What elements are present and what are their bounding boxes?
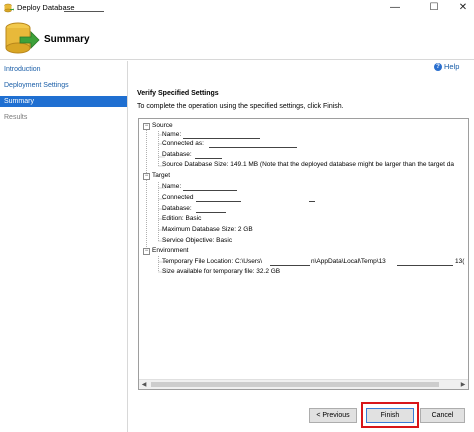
tree-node-source[interactable]: Source (152, 122, 173, 130)
target-connected: Connected (162, 194, 194, 201)
tree-node-target[interactable]: Target (152, 172, 170, 180)
source-connected-as: Connected as: (162, 140, 204, 147)
tree-node-environment[interactable]: Environment (152, 247, 189, 255)
target-max-size: Maximum Database Size: 2 GB (162, 226, 253, 233)
nav-item-introduction[interactable]: Introduction (0, 64, 127, 75)
cancel-button[interactable]: Cancel (420, 408, 465, 423)
maximize-button[interactable]: ☐ (423, 0, 445, 16)
temp-file-size: Size available for temporary file: 32.2 … (162, 268, 281, 275)
collapse-source-icon[interactable]: − (143, 123, 150, 130)
target-name: Name: (162, 183, 182, 190)
temp-file-location-label: Temporary File Location: C:\Users\ (162, 258, 263, 265)
database-app-icon (4, 3, 14, 13)
help-label: Help (444, 62, 460, 71)
temp-file-location-path: n\AppData\Local\Temp\13 (311, 258, 386, 265)
redacted-text (195, 158, 222, 159)
redacted-text (270, 265, 310, 266)
page-header: Summary (0, 16, 474, 60)
title-bar: Deploy Database — ☐ ✕ (0, 0, 474, 16)
wizard-nav: Introduction Deployment Settings Summary… (0, 61, 128, 432)
scrollbar-thumb[interactable] (151, 382, 439, 387)
redacted-text (397, 265, 453, 266)
nav-item-results: Results (4, 114, 28, 121)
redacted-text (196, 201, 241, 202)
redacted-text (183, 190, 237, 191)
temp-file-location-tail: 13( (455, 258, 465, 265)
horizontal-scrollbar[interactable]: ◀ ▶ (139, 379, 468, 389)
collapse-target-icon[interactable]: − (143, 173, 150, 180)
instruction-text: To complete the operation using the spec… (137, 103, 344, 110)
redacted-text (309, 201, 315, 202)
source-database: Database: (162, 151, 192, 158)
collapse-environment-icon[interactable]: − (143, 248, 150, 255)
redacted-text (64, 11, 104, 12)
close-button[interactable]: ✕ (452, 0, 474, 16)
target-service-objective: Service Objective: Basic (162, 237, 233, 244)
page-title: Summary (44, 34, 90, 45)
target-database: Database: (162, 205, 192, 212)
redacted-text (209, 147, 297, 148)
settings-tree[interactable]: − Source Name: Connected as: Database: S… (138, 118, 469, 390)
source-name: Name: (162, 131, 182, 138)
database-deploy-icon (5, 22, 40, 54)
nav-item-deployment-settings[interactable]: Deployment Settings (0, 80, 127, 91)
redacted-text (196, 212, 226, 213)
finish-button[interactable]: Finish (366, 408, 414, 423)
previous-button[interactable]: < Previous (309, 408, 357, 423)
nav-item-summary[interactable]: Summary (0, 96, 127, 107)
target-edition: Edition: Basic (162, 215, 202, 222)
scroll-left-icon[interactable]: ◀ (139, 380, 149, 389)
minimize-button[interactable]: — (384, 0, 406, 16)
redacted-text (183, 138, 260, 139)
section-title: Verify Specified Settings (137, 90, 219, 97)
scroll-right-icon[interactable]: ▶ (458, 380, 468, 389)
help-link[interactable]: ? Help (434, 62, 459, 71)
source-database-size: Source Database Size: 149.1 MB (Note tha… (162, 161, 454, 168)
help-icon: ? (434, 62, 442, 71)
